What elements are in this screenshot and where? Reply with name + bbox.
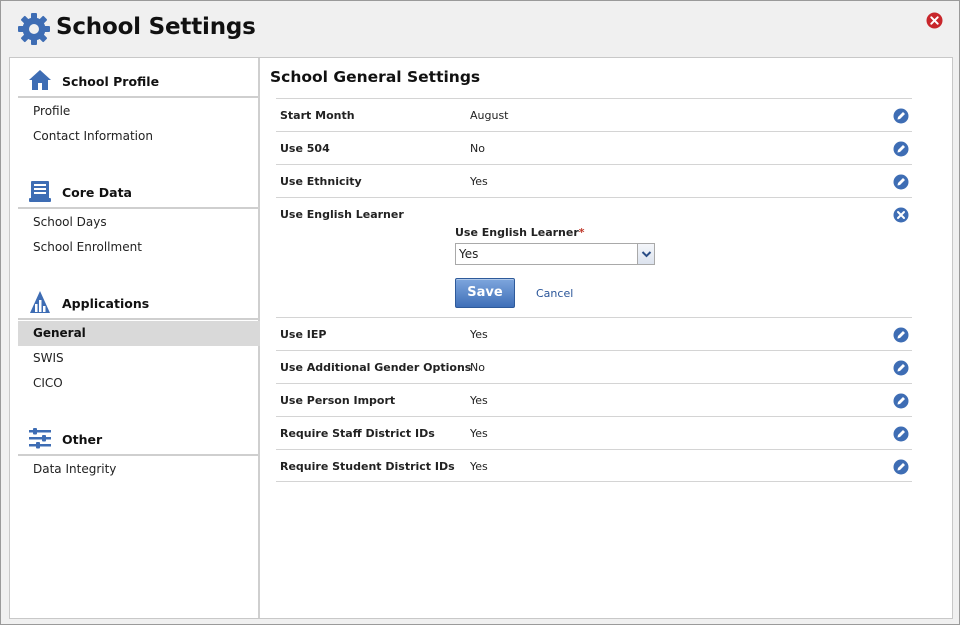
setting-value: Yes <box>470 460 488 473</box>
english-learner-field-label: Use English Learner* <box>455 226 585 239</box>
sidebar-item-swis[interactable]: SWIS <box>18 346 260 371</box>
edit-pencil-icon[interactable] <box>893 426 909 442</box>
sliders-icon <box>29 428 51 449</box>
edit-pencil-icon[interactable] <box>893 108 909 124</box>
database-document-icon <box>29 181 51 202</box>
setting-value: Yes <box>470 427 488 440</box>
sidebar-section-other: Other <box>18 422 260 456</box>
school-settings-window: School Settings School Profile Profile C… <box>0 0 960 625</box>
setting-value: August <box>470 109 509 122</box>
edit-pencil-icon[interactable] <box>893 141 909 157</box>
setting-label: Use 504 <box>280 142 330 155</box>
sidebar-item-data-integrity[interactable]: Data Integrity <box>18 457 260 482</box>
sidebar-section-school-profile: School Profile <box>18 64 260 98</box>
setting-row-use-english-learner: Use English Learner Use English Learner*… <box>276 197 912 317</box>
sidebar-section-core-data: Core Data <box>18 175 260 209</box>
edit-pencil-icon[interactable] <box>893 360 909 376</box>
settings-content: School Profile Profile Contact Informati… <box>9 57 953 619</box>
section-label: School Profile <box>62 74 160 89</box>
cancel-link[interactable]: Cancel <box>536 287 573 300</box>
english-learner-select[interactable]: Yes <box>455 243 655 265</box>
gear-icon <box>18 13 50 45</box>
required-asterisk: * <box>578 226 585 239</box>
sidebar-section-applications: Applications <box>18 286 260 320</box>
setting-row-start-month: Start Month August <box>276 98 912 131</box>
edit-pencil-icon[interactable] <box>893 327 909 343</box>
edit-pencil-icon[interactable] <box>893 459 909 475</box>
setting-value: Yes <box>470 394 488 407</box>
setting-value: No <box>470 142 485 155</box>
section-label: Other <box>62 432 103 447</box>
setting-row-require-student-district-ids: Require Student District IDs Yes <box>276 449 912 482</box>
setting-row-require-staff-district-ids: Require Staff District IDs Yes <box>276 416 912 449</box>
setting-row-use-person-import: Use Person Import Yes <box>276 383 912 416</box>
edit-pencil-icon[interactable] <box>893 393 909 409</box>
sidebar-item-general[interactable]: General <box>18 321 260 346</box>
setting-value: Yes <box>470 175 488 188</box>
close-icon[interactable] <box>926 12 943 29</box>
setting-label: Use IEP <box>280 328 327 341</box>
applications-icon <box>30 291 50 313</box>
sidebar-item-cico[interactable]: CICO <box>18 371 260 396</box>
page-title: School General Settings <box>270 68 481 86</box>
setting-value: Yes <box>470 328 488 341</box>
setting-row-use-504: Use 504 No <box>276 131 912 164</box>
sidebar: School Profile Profile Contact Informati… <box>10 58 260 618</box>
setting-label: Require Student District IDs <box>280 460 455 473</box>
select-value: Yes <box>459 247 479 261</box>
setting-value: No <box>470 361 485 374</box>
setting-row-use-ethnicity: Use Ethnicity Yes <box>276 164 912 197</box>
setting-row-use-additional-gender-options: Use Additional Gender Options No <box>276 350 912 383</box>
chevron-down-icon[interactable] <box>637 244 654 264</box>
setting-label: Use Ethnicity <box>280 175 362 188</box>
house-icon <box>29 70 51 90</box>
setting-label: Require Staff District IDs <box>280 427 435 440</box>
setting-label: Start Month <box>280 109 355 122</box>
title-bar: School Settings <box>1 1 959 57</box>
setting-label: Use Additional Gender Options <box>280 361 472 374</box>
save-button[interactable]: Save <box>455 278 515 308</box>
table-bottom-divider <box>276 481 912 482</box>
field-label-text: Use English Learner <box>455 226 579 239</box>
edit-pencil-icon[interactable] <box>893 174 909 190</box>
sidebar-item-profile[interactable]: Profile <box>18 99 260 124</box>
setting-label: Use English Learner <box>280 208 404 221</box>
sidebar-item-school-days[interactable]: School Days <box>18 210 260 235</box>
sidebar-item-school-enrollment[interactable]: School Enrollment <box>18 235 260 260</box>
main-panel: School General Settings Start Month Augu… <box>262 58 952 618</box>
section-label: Core Data <box>62 185 132 200</box>
window-title: School Settings <box>56 14 256 40</box>
cancel-edit-icon[interactable] <box>893 207 909 223</box>
section-label: Applications <box>62 296 150 311</box>
sidebar-item-contact-information[interactable]: Contact Information <box>18 124 260 149</box>
setting-row-use-iep: Use IEP Yes <box>276 317 912 350</box>
setting-label: Use Person Import <box>280 394 396 407</box>
